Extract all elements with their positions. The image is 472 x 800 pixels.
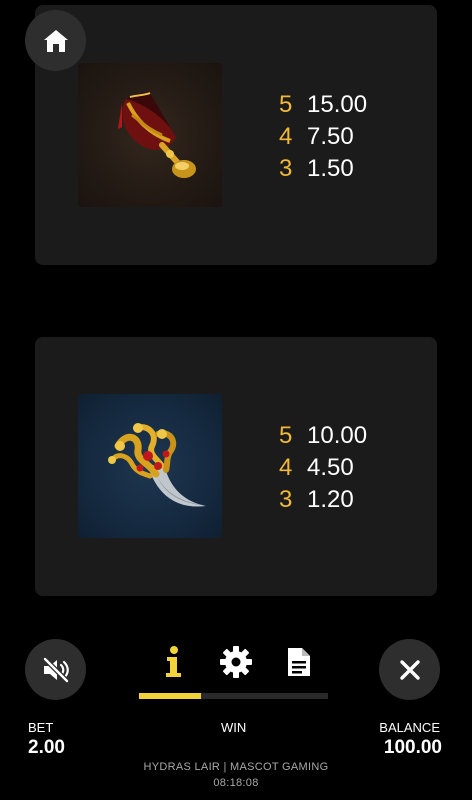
- symbol-count: 4: [279, 123, 293, 150]
- paytable-panel-dagger: 5 10.00 4 4.50 3 1.20: [35, 337, 437, 596]
- symbol-count: 5: [279, 422, 293, 449]
- game-title: HYDRAS LAIR | MASCOT GAMING: [143, 761, 329, 773]
- symbol-count: 5: [279, 91, 293, 118]
- payout-row-4: 4 4.50: [279, 452, 367, 484]
- payout-value: 7.50: [307, 123, 354, 150]
- tab-indicator-track: [139, 693, 328, 699]
- bet-label: BET: [28, 720, 54, 735]
- home-icon: [43, 29, 68, 52]
- gear-icon: [220, 646, 252, 678]
- tab-document[interactable]: [277, 640, 321, 684]
- payout-row-3: 3 1.50: [279, 153, 367, 185]
- symbol-count: 4: [279, 454, 293, 481]
- balance-value: 100.00: [383, 737, 442, 758]
- payout-value: 1.20: [307, 486, 354, 513]
- paytable-panel-goblet: 5 15.00 4 7.50 3 1.50: [35, 5, 437, 265]
- payout-row-5: 5 10.00: [279, 420, 367, 452]
- tab-info[interactable]: [151, 640, 195, 684]
- tab-indicator-active: [139, 693, 202, 699]
- clock: 08:18:08: [213, 777, 259, 789]
- goblet-icon: [78, 63, 222, 207]
- bet-value: 2.00: [28, 737, 65, 758]
- payout-list: 5 10.00 4 4.50 3 1.20: [279, 420, 367, 516]
- tab-settings[interactable]: [214, 640, 258, 684]
- payout-value: 1.50: [307, 155, 354, 182]
- payout-value: 10.00: [307, 422, 368, 449]
- sound-muted-icon: [41, 655, 70, 684]
- hydra-dagger-icon: [78, 394, 222, 538]
- close-button[interactable]: [379, 639, 440, 700]
- payout-list: 5 15.00 4 7.50 3 1.50: [279, 89, 367, 185]
- info-icon: [166, 646, 181, 677]
- payout-row-4: 4 7.50: [279, 121, 367, 153]
- document-icon: [288, 648, 310, 676]
- payout-value: 15.00: [307, 91, 368, 118]
- close-icon: [399, 659, 420, 680]
- payout-value: 4.50: [307, 454, 354, 481]
- win-label: WIN: [221, 720, 247, 735]
- symbol-count: 3: [279, 486, 293, 513]
- payout-row-5: 5 15.00: [279, 89, 367, 121]
- home-button[interactable]: [25, 10, 86, 71]
- sound-toggle-button[interactable]: [25, 639, 86, 700]
- symbol-count: 3: [279, 155, 293, 182]
- balance-label: BALANCE: [379, 720, 440, 735]
- payout-row-3: 3 1.20: [279, 484, 367, 516]
